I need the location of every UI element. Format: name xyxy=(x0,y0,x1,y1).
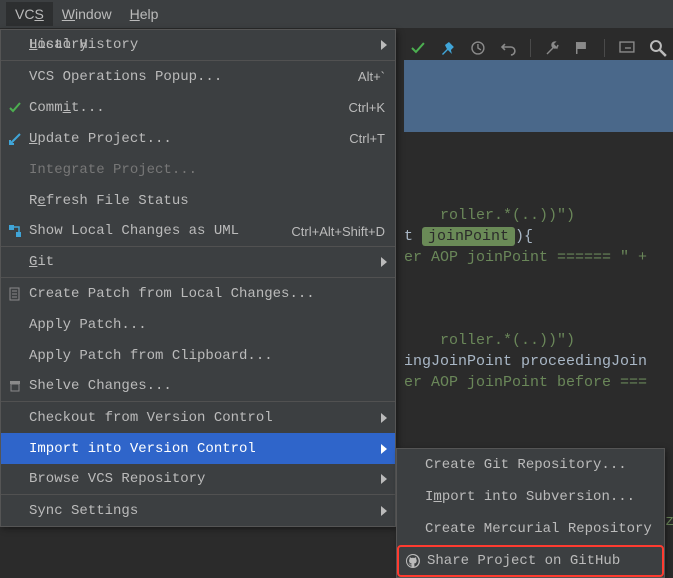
github-icon xyxy=(405,553,421,569)
code-text: er AOP joinPoint before === xyxy=(404,374,647,391)
check-icon[interactable] xyxy=(410,40,426,56)
menu-local-history[interactable]: HistoryLocal History xyxy=(1,30,395,61)
patch-icon xyxy=(7,286,23,302)
chevron-right-icon xyxy=(381,474,387,484)
chevron-right-icon xyxy=(381,40,387,50)
menubar: VCS Window Help xyxy=(0,0,673,29)
code-text: roller.*(..))") xyxy=(440,332,575,349)
import-vc-submenu: Create Git Repository... Import into Sub… xyxy=(396,448,665,578)
vcs-dropdown: HistoryLocal History VCS Operations Popu… xyxy=(0,29,396,527)
code-text: ingJoinPoint proceedingJoin xyxy=(404,353,647,370)
check-icon xyxy=(7,100,23,116)
toolbar xyxy=(404,33,673,63)
pin-icon[interactable] xyxy=(440,40,456,56)
diagram-icon xyxy=(7,223,23,239)
flag-icon[interactable] xyxy=(574,40,590,56)
shortcut: Ctrl+Alt+Shift+D xyxy=(291,224,385,239)
menu-apply-patch-clipboard[interactable]: Apply Patch from Clipboard... xyxy=(1,340,395,371)
menu-browse-vcs-repo[interactable]: Browse VCS Repository xyxy=(1,464,395,495)
menu-sync-settings[interactable]: Sync Settings xyxy=(1,495,395,526)
monitor-icon[interactable] xyxy=(619,40,635,56)
menu-apply-patch[interactable]: Apply Patch... xyxy=(1,309,395,340)
shortcut: Ctrl+K xyxy=(349,100,385,115)
menu-integrate-project[interactable]: Integrate Project... xyxy=(1,154,395,185)
chevron-right-icon xyxy=(381,444,387,454)
shortcut: Ctrl+T xyxy=(349,131,385,146)
menu-show-local-changes-uml[interactable]: Show Local Changes as UMLCtrl+Alt+Shift+… xyxy=(1,216,395,247)
param-pill: joinPoint xyxy=(422,227,515,246)
menu-refresh-file-status[interactable]: Refresh File Status xyxy=(1,185,395,216)
wrench-icon[interactable] xyxy=(545,40,561,56)
menu-update-project[interactable]: Update Project...Ctrl+T xyxy=(1,123,395,154)
menu-vcs-ops-popup[interactable]: VCS Operations Popup...Alt+` xyxy=(1,61,395,92)
menu-vcs[interactable]: VCS xyxy=(6,2,53,26)
chevron-right-icon xyxy=(381,257,387,267)
submenu-create-hg-repo[interactable]: Create Mercurial Repository xyxy=(397,513,664,545)
clock-icon[interactable] xyxy=(470,40,486,56)
menu-create-patch[interactable]: Create Patch from Local Changes... xyxy=(1,278,395,309)
code-text: roller.*(..))") xyxy=(440,207,575,224)
undo-icon[interactable] xyxy=(500,40,516,56)
separator xyxy=(530,39,531,57)
separator xyxy=(604,39,605,57)
update-icon xyxy=(7,131,23,147)
menu-git[interactable]: Git xyxy=(1,247,395,278)
menu-checkout-vc[interactable]: Checkout from Version Control xyxy=(1,402,395,433)
search-icon[interactable] xyxy=(649,39,667,57)
menu-commit[interactable]: Commit...Ctrl+K xyxy=(1,92,395,123)
menu-import-vc[interactable]: Import into Version Control xyxy=(1,433,395,464)
shortcut: Alt+` xyxy=(358,69,385,84)
menu-shelve-changes[interactable]: Shelve Changes... xyxy=(1,371,395,402)
code-text: t xyxy=(404,228,422,245)
submenu-create-git-repo[interactable]: Create Git Repository... xyxy=(397,449,664,481)
menu-window[interactable]: Window xyxy=(53,2,121,26)
code-text: er AOP joinPoint ====== " + xyxy=(404,249,647,266)
shelve-icon xyxy=(7,378,23,394)
code-text: ){ xyxy=(515,228,533,245)
chevron-right-icon xyxy=(381,506,387,516)
chevron-right-icon xyxy=(381,413,387,423)
menu-help[interactable]: Help xyxy=(121,2,168,26)
submenu-import-svn[interactable]: Import into Subversion... xyxy=(397,481,664,513)
submenu-share-github[interactable]: Share Project on GitHub xyxy=(397,545,664,577)
